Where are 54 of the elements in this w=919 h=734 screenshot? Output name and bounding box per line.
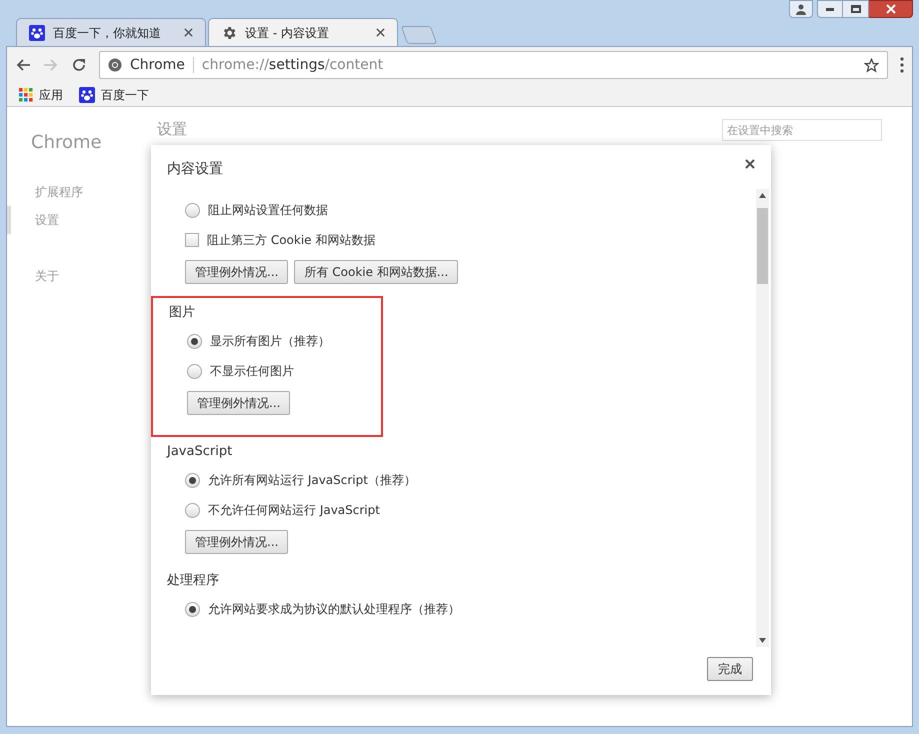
option-label: 不允许任何网站运行 JavaScript bbox=[208, 502, 380, 519]
dialog-button[interactable]: 所有 Cookie 和网站数据... bbox=[294, 260, 458, 284]
browser-tab[interactable]: 设置 - 内容设置 bbox=[208, 18, 398, 46]
option-label: 允许网站要求成为协议的默认处理程序（推荐） bbox=[208, 601, 460, 618]
scrollbar-thumb[interactable] bbox=[757, 208, 768, 284]
option-label: 不显示任何图片 bbox=[210, 363, 294, 380]
paw-icon bbox=[79, 86, 95, 102]
minimize-button[interactable] bbox=[817, 0, 843, 18]
back-icon[interactable] bbox=[15, 57, 31, 73]
close-icon bbox=[886, 4, 896, 14]
apps-grid-icon bbox=[19, 88, 33, 102]
site-label: Chrome bbox=[130, 56, 185, 74]
browser-tab[interactable]: 百度一下，你就知道 bbox=[16, 18, 206, 46]
user-icon[interactable] bbox=[789, 0, 813, 18]
reload-icon[interactable] bbox=[71, 57, 87, 73]
scroll-up-icon[interactable] bbox=[759, 193, 766, 198]
option-label: 允许所有网站运行 JavaScript（推荐） bbox=[208, 472, 416, 489]
radio-button[interactable] bbox=[185, 502, 200, 518]
done-button[interactable]: 完成 bbox=[707, 657, 753, 681]
page-heading: 设置 bbox=[157, 119, 187, 139]
radio-button[interactable] bbox=[185, 602, 200, 616]
close-icon[interactable] bbox=[745, 159, 755, 169]
scrollbar[interactable] bbox=[756, 189, 769, 647]
paw-icon bbox=[29, 24, 45, 40]
option-label: 阻止网站设置任何数据 bbox=[208, 202, 328, 219]
maximize-button[interactable] bbox=[843, 0, 869, 18]
search-field[interactable]: 在设置中搜索 bbox=[722, 119, 882, 141]
dialog-button[interactable]: 管理例外情况... bbox=[185, 260, 288, 284]
close-tab-icon[interactable] bbox=[184, 28, 193, 37]
section-heading: JavaScript bbox=[167, 443, 234, 462]
menu-icon[interactable] bbox=[900, 57, 904, 73]
address-bar[interactable]: Chrome chrome://settings/content bbox=[99, 51, 888, 79]
radio-button[interactable] bbox=[187, 364, 202, 378]
radio-button[interactable] bbox=[187, 334, 202, 348]
dialog-button[interactable]: 管理例外情况... bbox=[185, 530, 288, 554]
brand-title: Chrome bbox=[30, 131, 103, 155]
bookmark[interactable]: 百度一下 bbox=[79, 86, 149, 104]
radio-button[interactable] bbox=[185, 202, 200, 218]
close-tab-icon[interactable] bbox=[376, 28, 385, 37]
option-label: 阻止第三方 Cookie 和网站数据 bbox=[207, 232, 376, 249]
scroll-down-icon[interactable] bbox=[759, 638, 766, 643]
close-window-button[interactable] bbox=[869, 0, 913, 18]
chrome-logo-icon bbox=[108, 58, 122, 72]
option-label: 显示所有图片（推荐） bbox=[210, 333, 330, 350]
section-heading: 处理程序 bbox=[167, 572, 220, 590]
star-icon[interactable] bbox=[864, 58, 879, 72]
bookmark[interactable]: 应用 bbox=[19, 86, 63, 104]
checkbox[interactable] bbox=[185, 233, 199, 247]
gear-icon bbox=[221, 24, 237, 40]
radio-button[interactable] bbox=[185, 472, 200, 488]
dialog-button[interactable]: 管理例外情况... bbox=[187, 391, 290, 415]
url-text: chrome://settings/content bbox=[202, 56, 384, 74]
dialog-title: 内容设置 bbox=[167, 160, 223, 179]
section-heading: 图片 bbox=[169, 304, 196, 322]
